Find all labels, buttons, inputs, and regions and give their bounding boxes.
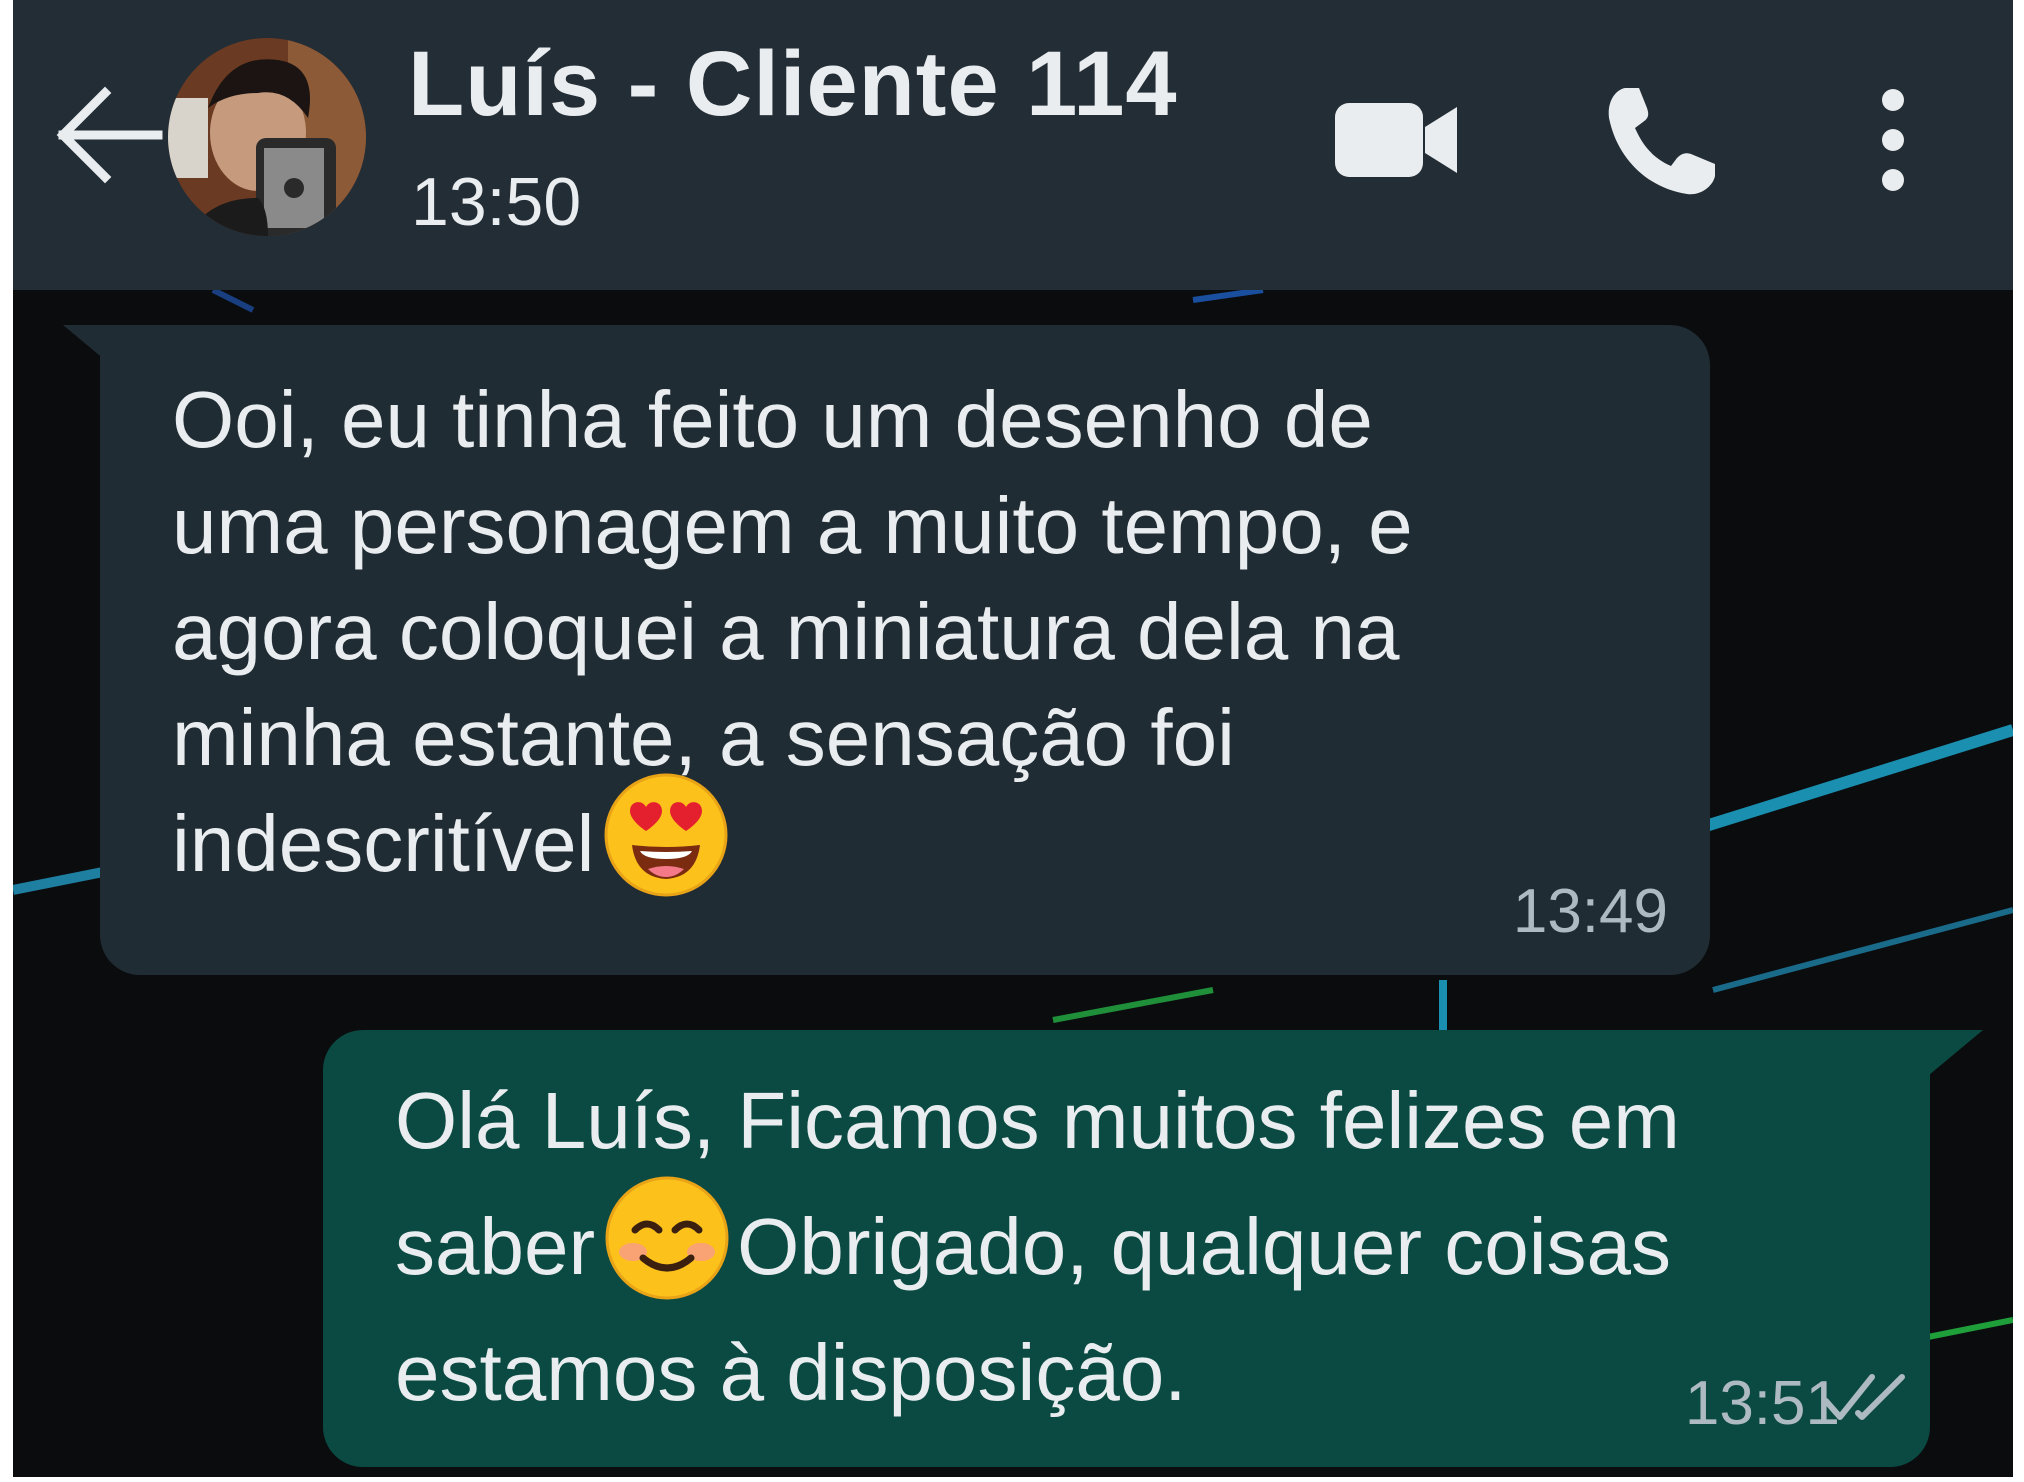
more-vertical-icon[interactable] <box>1863 80 1923 200</box>
chat-screen: Luís - Cliente 114 13:50 Ooi, eu tinha f… <box>13 0 2013 1477</box>
message-line: saber <box>395 1202 596 1291</box>
message-outgoing[interactable]: Olá Luís, Ficamos muitos felizes em sabe… <box>323 1030 1930 1467</box>
message-incoming[interactable]: Ooi, eu tinha feito um desenho de uma pe… <box>100 325 1710 975</box>
message-time: 13:49 <box>1512 877 1668 946</box>
video-camera-icon[interactable] <box>1333 95 1463 185</box>
contact-status: 13:50 <box>411 164 582 240</box>
message-line: minha estante, a sensação foi <box>172 693 1235 782</box>
message-line: Ooi, eu tinha feito um desenho de <box>172 375 1373 464</box>
message-line: Olá Luís, Ficamos muitos felizes em <box>395 1076 1680 1165</box>
avatar[interactable] <box>168 38 366 236</box>
chat-header: Luís - Cliente 114 13:50 <box>13 0 2013 290</box>
outgoing-bubble-tail <box>1923 1030 1983 1080</box>
message-line: agora coloquei a miniatura dela na <box>172 587 1400 676</box>
contact-name[interactable]: Luís - Cliente 114 <box>408 32 1178 137</box>
message-text: Ooi, eu tinha feito um desenho de uma pe… <box>172 367 1672 899</box>
message-line: estamos à disposição. <box>395 1328 1187 1417</box>
message-line: uma personagem a muito tempo, e <box>172 481 1413 570</box>
back-arrow-icon[interactable] <box>53 85 163 185</box>
message-time: 13:51 <box>1684 1369 1840 1438</box>
message-text: Olá Luís, Ficamos muitos felizes em sabe… <box>395 1058 1895 1436</box>
heart-eyes-emoji <box>604 773 728 897</box>
smiling-face-emoji <box>605 1176 729 1300</box>
message-line: indescritível <box>172 799 595 888</box>
phone-icon[interactable] <box>1603 80 1723 200</box>
message-line: Obrigado, qualquer coisas <box>737 1202 1672 1291</box>
read-double-check-icon <box>1823 1374 1905 1420</box>
